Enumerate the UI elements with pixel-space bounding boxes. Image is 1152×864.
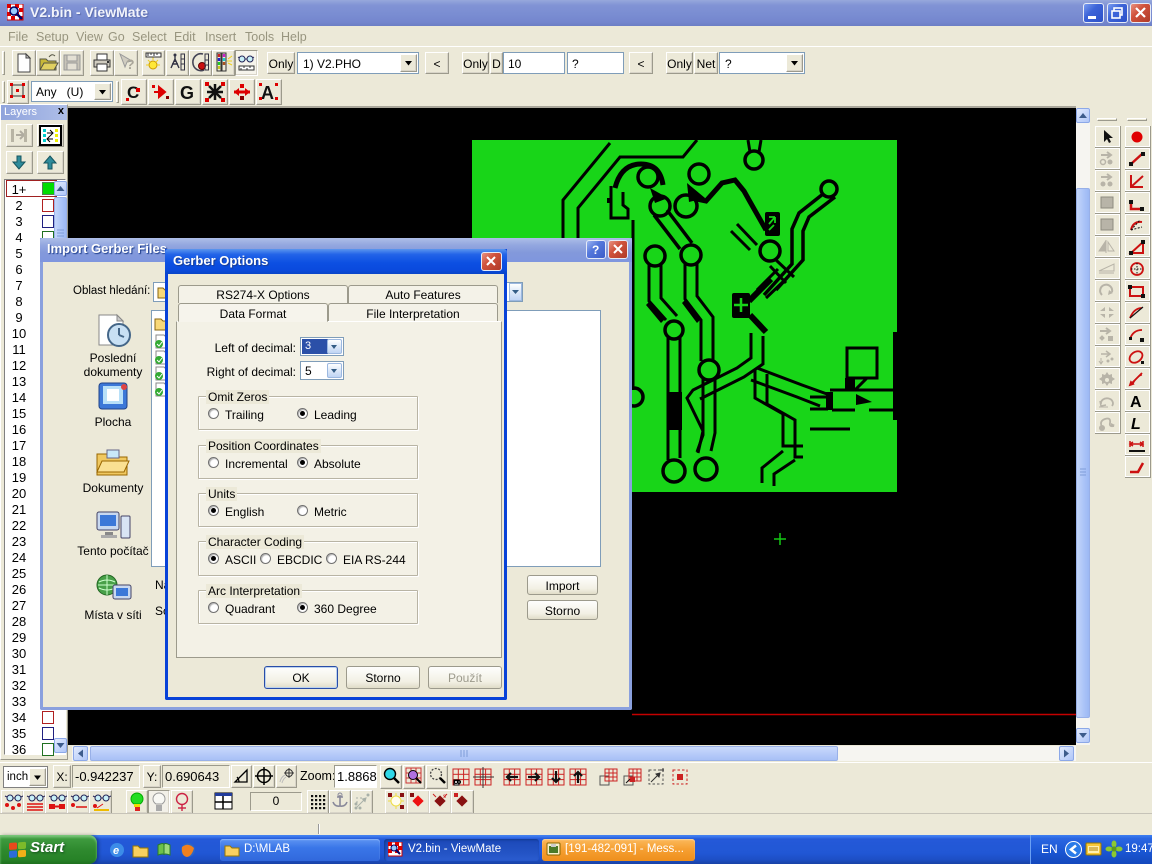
svg-text:A: A <box>1130 394 1142 411</box>
svg-text:s: s <box>443 794 446 800</box>
svg-text:G: G <box>180 83 194 103</box>
svg-text:A: A <box>261 83 274 103</box>
svg-text:?: ? <box>126 56 135 72</box>
svg-text:?: ? <box>592 243 599 257</box>
svg-text:e: e <box>113 845 119 857</box>
svg-text:L: L <box>1131 416 1141 433</box>
